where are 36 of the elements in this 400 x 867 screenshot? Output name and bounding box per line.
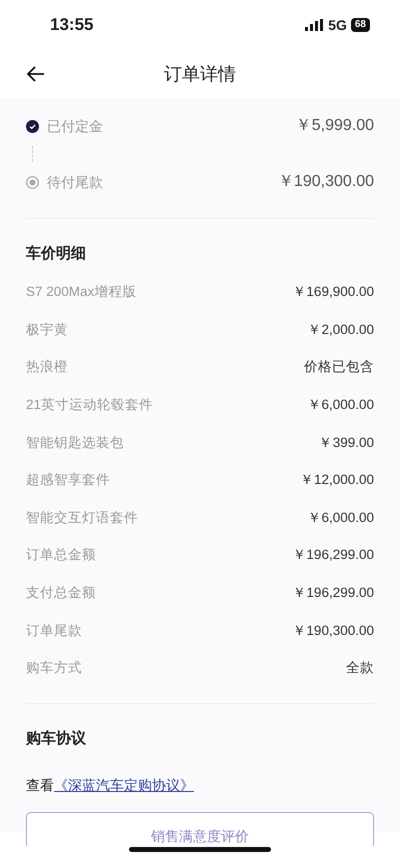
item-label: 支付总金额 — [26, 584, 96, 602]
item-value: ￥196,299.00 — [292, 546, 374, 564]
section-title: 车价明细 — [26, 244, 87, 264]
item-label: 智能交互灯语套件 — [26, 508, 138, 527]
item-value: ￥169,900.00 — [292, 283, 374, 302]
battery-indicator: 68 — [350, 18, 370, 32]
item-label: 购车方式 — [26, 659, 82, 678]
clock-time: 13:55 — [50, 14, 94, 36]
item-label: 热浪橙 — [26, 358, 68, 376]
back-icon[interactable] — [26, 64, 46, 84]
agreement-link[interactable]: 《深蓝汽车定购协议》 — [54, 774, 194, 796]
payment-label: 待付尾款 — [47, 172, 103, 192]
item-value: ￥190,300.00 — [292, 622, 374, 640]
item-value: ￥196,299.00 — [292, 584, 374, 602]
item-value: ￥2,000.00 — [307, 320, 374, 339]
payment-label: 已付定金 — [47, 116, 103, 136]
item-label: 订单尾款 — [26, 622, 82, 640]
item-value: ￥6,000.00 — [307, 396, 374, 414]
network-label: 5G — [328, 16, 347, 34]
payment-amount: ￥5,999.00 — [296, 116, 374, 136]
section-title: 购车协议 — [26, 729, 87, 750]
item-value: 价格已包含 — [304, 358, 374, 376]
item-label: 订单总金额 — [26, 546, 96, 564]
item-value: ￥6,000.00 — [307, 508, 374, 527]
item-value: ￥12,000.00 — [300, 471, 374, 490]
payment-amount: ￥190,300.00 — [278, 172, 374, 192]
signal-icon — [305, 19, 324, 31]
item-label: 智能钥匙选装包 — [26, 434, 124, 452]
item-label: 21英寸运动轮毂套件 — [26, 396, 154, 414]
item-label: 超感智享套件 — [26, 471, 110, 490]
item-label: 极宇黄 — [26, 320, 68, 339]
item-value: ￥399.00 — [318, 434, 374, 452]
page-title: 订单详情 — [164, 62, 236, 86]
item-label: S7 200Max增程版 — [26, 283, 136, 302]
item-value: 全款 — [346, 659, 374, 678]
view-label: 查看 — [26, 776, 54, 795]
